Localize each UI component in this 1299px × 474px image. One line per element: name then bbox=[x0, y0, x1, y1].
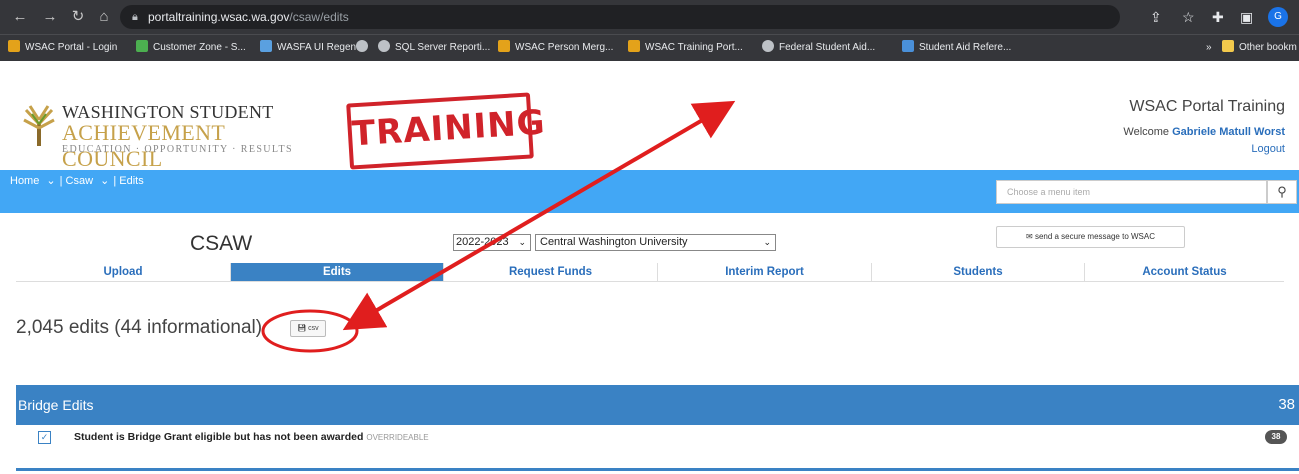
welcome-text: Welcome Gabriele Matull Worst bbox=[1123, 126, 1285, 138]
extensions-icon[interactable]: ✚ bbox=[1212, 7, 1224, 27]
edit-description: Student is Bridge Grant eligible but has… bbox=[74, 431, 429, 443]
other-bookmarks[interactable]: Other bookm bbox=[1222, 35, 1297, 61]
count-badge: 38 bbox=[1265, 430, 1287, 444]
customer-zone-icon bbox=[136, 40, 148, 52]
checkbox-icon[interactable]: ✓ bbox=[38, 431, 51, 444]
logout-link[interactable]: Logout bbox=[1251, 143, 1285, 155]
globe-icon bbox=[378, 40, 390, 52]
tab-request-funds[interactable]: Request Funds bbox=[443, 263, 657, 281]
folder-icon bbox=[1222, 40, 1234, 52]
search-icon[interactable]: ⚲ bbox=[1267, 180, 1297, 204]
csaw-tabs: Upload Edits Request Funds Interim Repor… bbox=[16, 263, 1284, 282]
browser-toolbar: ← → ↻ ⌂ 🔒︎ portaltraining.wsac.wa.gov/cs… bbox=[0, 0, 1299, 34]
chevron-down-icon: ⌄ bbox=[518, 237, 526, 247]
url-path: /csaw/edits bbox=[289, 10, 349, 24]
back-icon[interactable]: ← bbox=[10, 7, 30, 27]
page-title: CSAW bbox=[190, 232, 253, 255]
wasfa-icon bbox=[260, 40, 272, 52]
bookmark-globe[interactable] bbox=[356, 35, 373, 61]
sidepanel-icon[interactable]: ▣ bbox=[1240, 7, 1253, 27]
training-stamp: TRAINING bbox=[346, 92, 547, 170]
profile-avatar[interactable]: G bbox=[1268, 7, 1288, 27]
bookmark-sql-server[interactable]: SQL Server Reporti... bbox=[378, 35, 490, 61]
doc-icon bbox=[902, 40, 914, 52]
breadcrumb: Home ⌄ | Csaw ⌄ | Edits bbox=[10, 175, 144, 187]
csv-export-button[interactable]: 💾︎ csv bbox=[290, 320, 326, 337]
secure-message-button[interactable]: ✉ send a secure message to WSAC bbox=[996, 226, 1185, 248]
globe-icon bbox=[762, 40, 774, 52]
bookmark-federal-student-aid[interactable]: Federal Student Aid... bbox=[762, 35, 875, 61]
divider bbox=[16, 468, 1299, 471]
edits-count: 2,045 edits (44 informational) bbox=[16, 317, 263, 338]
breadcrumb-home[interactable]: Home ⌄ bbox=[10, 175, 56, 187]
bookmark-customer-zone[interactable]: Customer Zone - S... bbox=[136, 35, 246, 61]
address-bar[interactable]: 🔒︎ portaltraining.wsac.wa.gov/csaw/edits bbox=[120, 5, 1120, 29]
reload-icon[interactable]: ↻ bbox=[68, 7, 88, 27]
wsac-icon bbox=[8, 40, 20, 52]
home-icon[interactable]: ⌂ bbox=[94, 7, 114, 27]
year-select[interactable]: 2022-2023 ⌄ bbox=[453, 234, 531, 251]
lock-icon: 🔒︎ bbox=[132, 11, 138, 23]
forward-icon[interactable]: → bbox=[40, 7, 60, 27]
breadcrumb-edits[interactable]: Edits bbox=[119, 175, 143, 187]
bookmarks-bar: WSAC Portal - Login Customer Zone - S...… bbox=[0, 34, 1299, 61]
user-name[interactable]: Gabriele Matull Worst bbox=[1172, 126, 1285, 138]
share-icon[interactable]: ⇪ bbox=[1150, 7, 1162, 27]
wsac-logo[interactable]: WASHINGTON STUDENT ACHIEVEMENT COUNCIL E… bbox=[22, 102, 322, 171]
bookmark-training-portal[interactable]: WSAC Training Port... bbox=[628, 35, 743, 61]
overrideable-tag: OVERRIDEABLE bbox=[366, 433, 429, 442]
logo-tagline: EDUCATION · OPPORTUNITY · RESULTS bbox=[62, 144, 293, 155]
bookmarks-overflow[interactable]: » bbox=[1206, 35, 1212, 61]
list-item[interactable]: ✓ Student is Bridge Grant eligible but h… bbox=[16, 428, 1299, 450]
section-title: Bridge Edits bbox=[18, 397, 94, 413]
tab-edits[interactable]: Edits bbox=[230, 263, 443, 281]
chevron-down-icon: ⌄ bbox=[763, 237, 771, 247]
portal-title: WSAC Portal Training bbox=[1129, 98, 1285, 115]
bookmark-wsac-portal-login[interactable]: WSAC Portal - Login bbox=[8, 35, 117, 61]
breadcrumb-csaw[interactable]: Csaw ⌄ bbox=[66, 175, 110, 187]
menu-search-input[interactable]: Choose a menu item bbox=[996, 180, 1267, 204]
tab-account-status[interactable]: Account Status bbox=[1084, 263, 1284, 281]
tree-logo-icon bbox=[23, 105, 55, 146]
wsac-icon bbox=[628, 40, 640, 52]
tab-interim-report[interactable]: Interim Report bbox=[657, 263, 871, 281]
bookmark-person-merge[interactable]: WSAC Person Merg... bbox=[498, 35, 613, 61]
save-icon: 💾︎ bbox=[297, 325, 307, 332]
wsac-icon bbox=[498, 40, 510, 52]
tab-upload[interactable]: Upload bbox=[16, 263, 230, 281]
tab-students[interactable]: Students bbox=[871, 263, 1084, 281]
url-host: portaltraining.wsac.wa.gov bbox=[148, 10, 290, 24]
bridge-edits-header[interactable]: Bridge Edits 38 bbox=[16, 385, 1299, 425]
globe-icon bbox=[356, 40, 368, 52]
bookmark-star-icon[interactable]: ☆ bbox=[1182, 7, 1195, 27]
section-count: 38 bbox=[1278, 396, 1295, 413]
bookmark-wasfa[interactable]: WASFA UI Regent bbox=[260, 35, 359, 61]
bookmark-student-aid-reference[interactable]: Student Aid Refere... bbox=[902, 35, 1011, 61]
envelope-icon: ✉ bbox=[1026, 232, 1033, 241]
school-select[interactable]: Central Washington University ⌄ bbox=[535, 234, 776, 251]
